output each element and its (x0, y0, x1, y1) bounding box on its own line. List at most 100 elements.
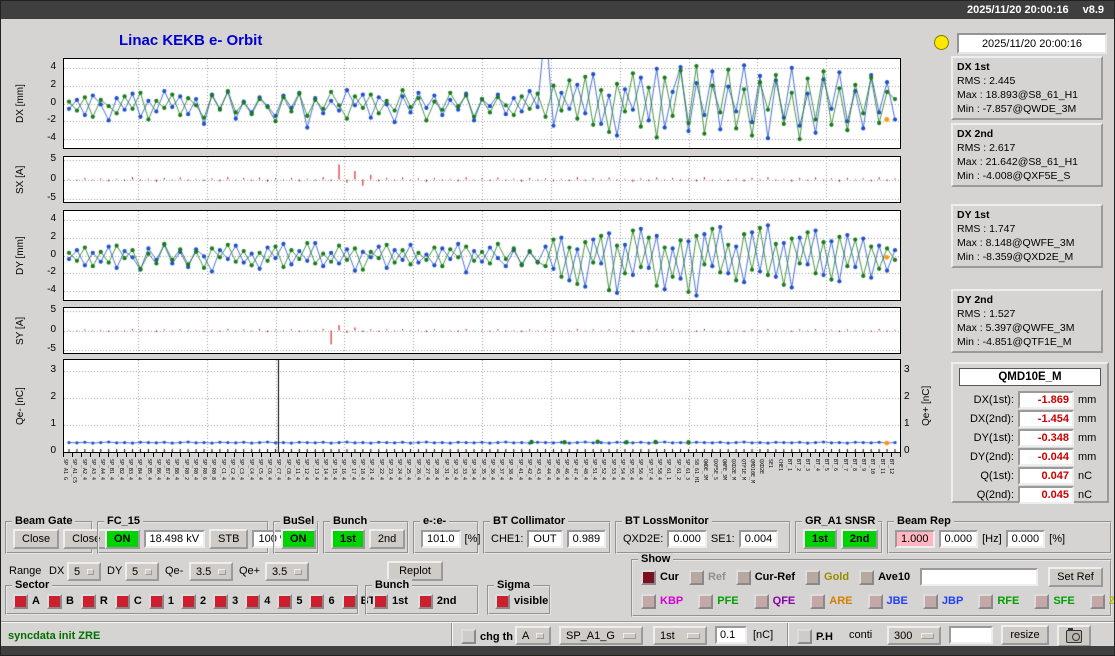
x-axis-label: SP_B7_4 (164, 459, 171, 481)
show-ave10-toggle[interactable]: Ave10 (859, 569, 910, 585)
sector-5-toggle[interactable]: 5 (277, 593, 302, 609)
checkbox-icon (180, 593, 196, 609)
sy-yticks: 5 0 -5 (33, 304, 59, 354)
ph-toggle[interactable]: P.H (797, 629, 833, 644)
sector-item-label: 6 (328, 595, 335, 607)
show-item-label: KBP (660, 595, 684, 607)
show-item-label: Gold (824, 571, 850, 583)
show-cur-toggle[interactable]: Cur (641, 569, 679, 585)
sector-item-label: 3 (232, 595, 239, 607)
x-axis-label: SP_12_4 (303, 459, 310, 481)
bunch-2nd-toggle[interactable]: 2nd (417, 593, 456, 609)
sector-2-toggle[interactable]: 2 (180, 593, 206, 609)
ee-ratio-group: e-:e- 101.0 [%] (413, 515, 480, 554)
beam-gate-close-1-button[interactable]: Close (13, 528, 60, 549)
sector-select[interactable]: A (515, 626, 551, 645)
resize-button[interactable]: resize (1001, 625, 1049, 645)
bunch-1st-toggle[interactable]: 1st (373, 593, 408, 609)
sigma-visible-toggle[interactable]: visible (495, 593, 548, 609)
threshold-input[interactable] (715, 626, 747, 644)
checkbox-icon (461, 629, 476, 644)
x-axis-label: BT_6 (832, 459, 839, 472)
beam-rep-group: Beam Rep 1.000 0.000 [Hz] 0.000 [%] (887, 515, 1112, 554)
bunch-1st-button[interactable]: 1st (331, 528, 365, 549)
range-dx-value: 5 (74, 565, 81, 578)
monitor-name[interactable]: QMD10E_M (959, 368, 1101, 386)
range-dy-select[interactable]: 5 (125, 562, 159, 581)
stats-min: Min : -7.857@QWDE_3M (957, 103, 1077, 115)
monitor-select[interactable]: SP_A1_G (559, 626, 643, 645)
bunch-number-select[interactable]: 1st (653, 626, 707, 645)
x-axis-label: QWFE_3M (720, 459, 727, 481)
y-tick-label: 4 (50, 212, 56, 224)
x-axis-label: S8_61_H1 (693, 459, 700, 484)
dx-1st-stats: DX 1st RMS : 2.445 Max : 18.893@S8_61_H1… (951, 56, 1103, 120)
range-qe-plus-select[interactable]: 3.5 (265, 562, 309, 581)
x-axis-label: SP_18_4 (358, 459, 365, 481)
show-gold-toggle[interactable]: Gold (805, 569, 850, 585)
stats-min: Min : -4.008@QXF5E_S (957, 170, 1071, 182)
x-axis-label: SP_B6_4 (154, 459, 161, 481)
fc15-group: FC_15 ON 18.498 kV STB 100 % (97, 515, 296, 554)
x-axis-label: SP_B8_4 (173, 459, 180, 481)
aux-input[interactable] (949, 626, 993, 644)
checkbox-icon (810, 593, 826, 609)
show-kbp-toggle[interactable]: KBP (641, 593, 684, 609)
x-axis-label: SP_16_4 (340, 459, 347, 481)
sector-a-toggle[interactable]: A (13, 593, 40, 609)
fc15-stb-button[interactable]: STB (209, 528, 249, 549)
chg-th-toggle[interactable]: chg th (461, 629, 513, 644)
show-jbe-toggle[interactable]: JBE (867, 593, 908, 609)
bunch-2nd-button[interactable]: 2nd (368, 528, 406, 549)
bunch-select-title: Bunch (372, 579, 413, 591)
range-dx-select[interactable]: 5 (67, 562, 101, 581)
y-tick-label: 0 (50, 323, 56, 335)
sector-b-toggle[interactable]: B (46, 593, 74, 609)
che1-label: CHE1: (491, 532, 524, 545)
show-pfe-toggle[interactable]: PFE (698, 593, 739, 609)
interval-select[interactable]: 300 (887, 626, 941, 645)
show-item-label: PFE (717, 595, 739, 607)
ee-ratio-display: 101.0 (421, 529, 461, 548)
set-ref-button[interactable]: Set Ref (1048, 567, 1103, 587)
show-qfe-toggle[interactable]: QFE (753, 593, 795, 609)
busel-on-button[interactable]: ON (281, 528, 316, 549)
show-sfe-toggle[interactable]: SFE (1034, 593, 1075, 609)
show-cur-ref-toggle[interactable]: Cur-Ref (735, 569, 795, 585)
show-jbp-toggle[interactable]: JBP (922, 593, 963, 609)
sector-1-toggle[interactable]: 1 (148, 593, 174, 609)
x-axis-label: SP_B1_4 (108, 459, 115, 481)
threshold-unit: [nC] (753, 629, 774, 641)
show-rfe-toggle[interactable]: RFE (978, 593, 1019, 609)
bunch-number-value: 1st (660, 629, 675, 642)
beam-rep-value-3: 0.000 (1005, 529, 1046, 548)
show-zre-toggle[interactable]: ZRE (1089, 593, 1114, 609)
separator (787, 623, 789, 647)
sector-3-toggle[interactable]: 3 (213, 593, 239, 609)
show-are-toggle[interactable]: ARE (810, 593, 853, 609)
fc15-on-button[interactable]: ON (105, 528, 140, 549)
che1-state-display: OUT (527, 529, 563, 548)
x-axis-label: SP_37_4 (498, 459, 505, 481)
x-axis-label: SP_56_4 (637, 459, 644, 481)
y-tick-label: -5 (47, 191, 56, 203)
replot-button[interactable]: Replot (387, 561, 443, 581)
conti-label: conti (849, 629, 873, 641)
range-qe-minus-select[interactable]: 3.5 (189, 562, 233, 581)
show-ref-toggle[interactable]: Ref (688, 569, 726, 585)
sector-c-toggle[interactable]: C (114, 593, 142, 609)
gr-snsr-1st-button[interactable]: 1st (803, 528, 837, 549)
checkbox-icon (753, 593, 769, 609)
x-axis-label: SP_32_4 (451, 459, 458, 481)
snapshot-button[interactable] (1057, 625, 1091, 647)
checkbox-icon (148, 593, 164, 609)
sector-4-toggle[interactable]: 4 (245, 593, 270, 609)
stats-title: DY 2nd (957, 294, 993, 306)
monitor-row-unit: mm (1078, 431, 1097, 444)
che1-value-display: 0.989 (566, 529, 607, 548)
sector-r-toggle[interactable]: R (80, 593, 108, 609)
show-item-label: Ref (707, 571, 726, 583)
sector-6-toggle[interactable]: 6 (309, 593, 335, 609)
gr-snsr-2nd-button[interactable]: 2nd (840, 528, 879, 549)
ref-name-input[interactable] (920, 568, 1039, 586)
